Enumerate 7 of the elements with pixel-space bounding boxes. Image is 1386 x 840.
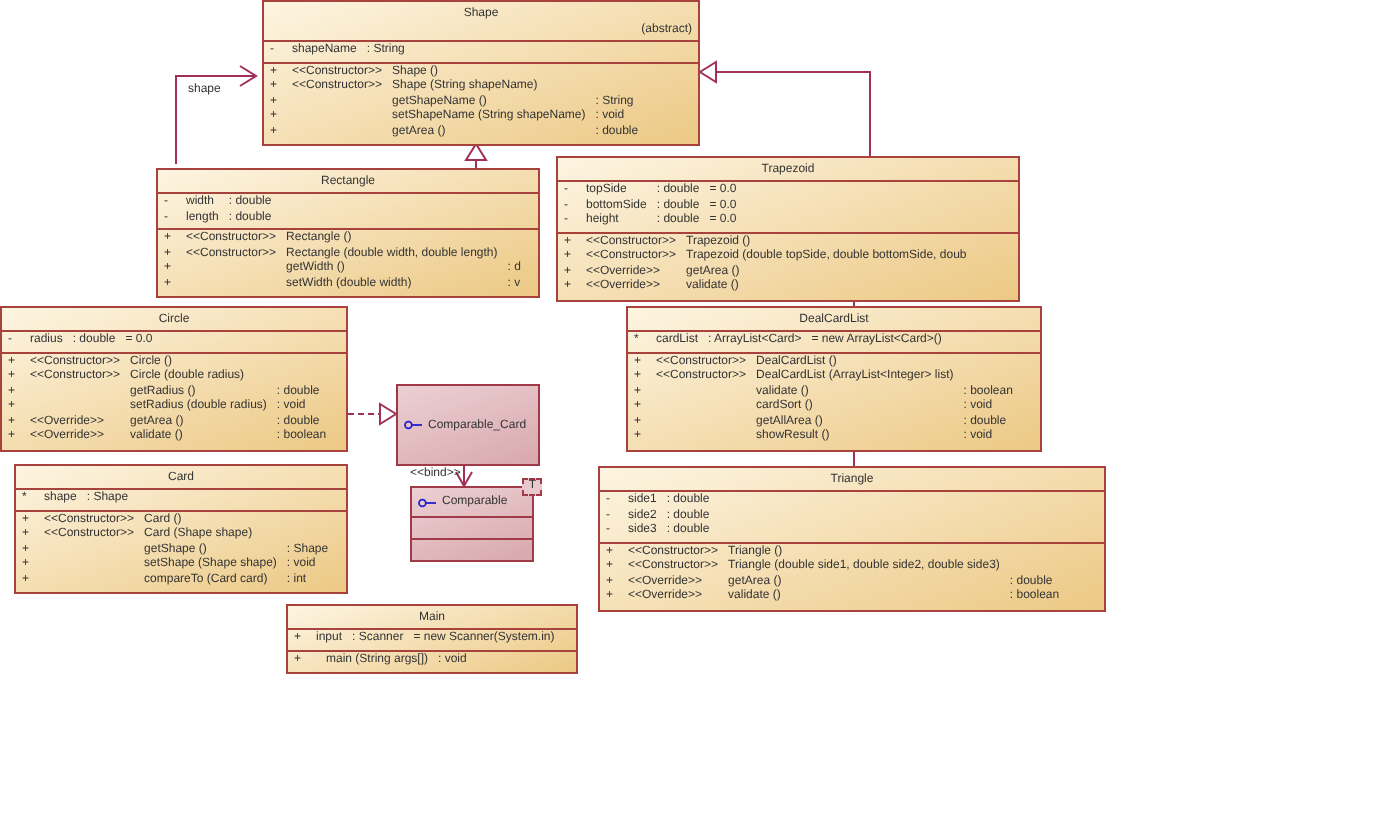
interface-icon xyxy=(404,420,422,430)
generalization-connector xyxy=(464,142,488,169)
association-connector xyxy=(175,65,258,165)
link-connector xyxy=(853,451,855,467)
link-connector xyxy=(853,301,855,307)
interface-icon xyxy=(418,497,436,507)
realization-connector xyxy=(347,402,398,426)
